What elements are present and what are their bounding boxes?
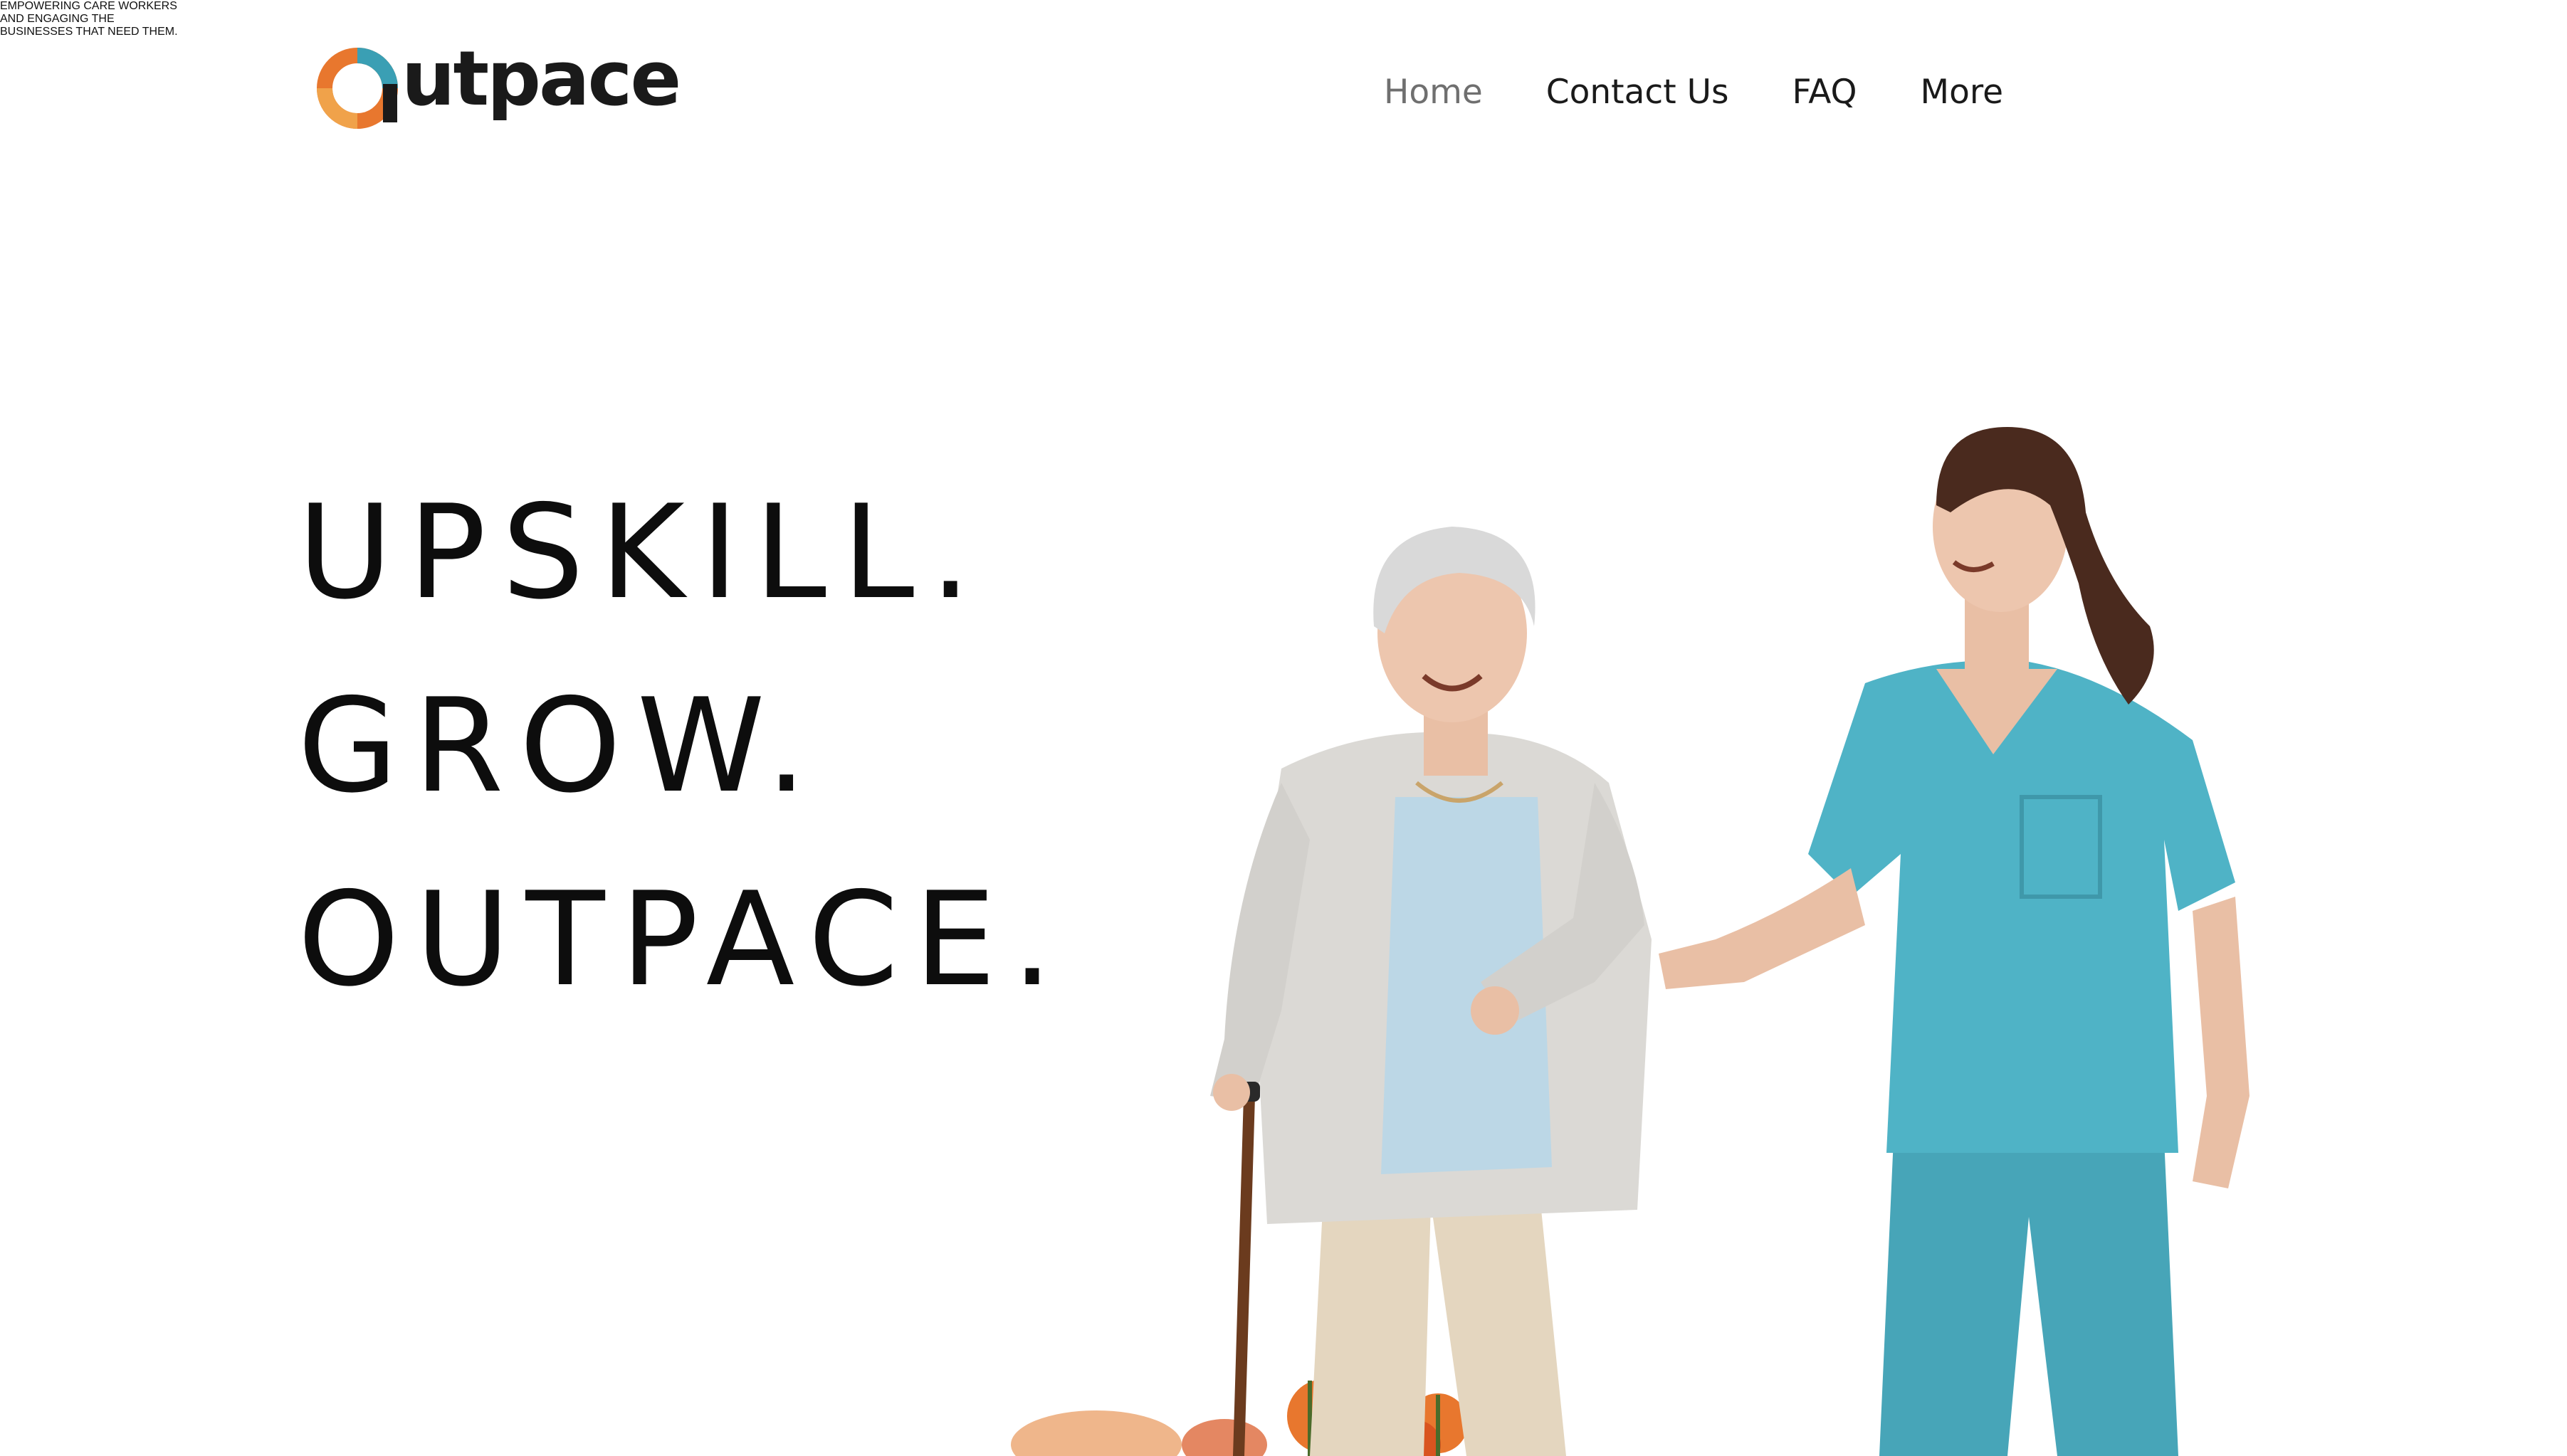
elderly-woman-figure — [1210, 527, 1652, 1456]
nav-faq[interactable]: FAQ — [1792, 73, 1857, 112]
site-logo[interactable]: utpace — [312, 37, 681, 137]
nav-home[interactable]: Home — [1384, 73, 1483, 112]
main-nav: Home Contact Us FAQ More — [1384, 67, 2003, 117]
care-worker-figure — [1659, 427, 2250, 1456]
nav-contact-us[interactable]: Contact Us — [1546, 73, 1729, 112]
nav-more[interactable]: More — [1921, 73, 2004, 112]
logo-mark-icon — [317, 48, 398, 129]
hero-section: UPSKILL. GROW. OUTPACE. EMPOWERING CARE … — [0, 0, 2567, 1456]
subheading-line-2: AND ENGAGING THE — [0, 13, 115, 25]
subheading-line-1: EMPOWERING CARE WORKERS — [0, 0, 177, 12]
logo-wordmark: utpace — [401, 35, 681, 122]
hero-photo — [1011, 427, 2250, 1456]
